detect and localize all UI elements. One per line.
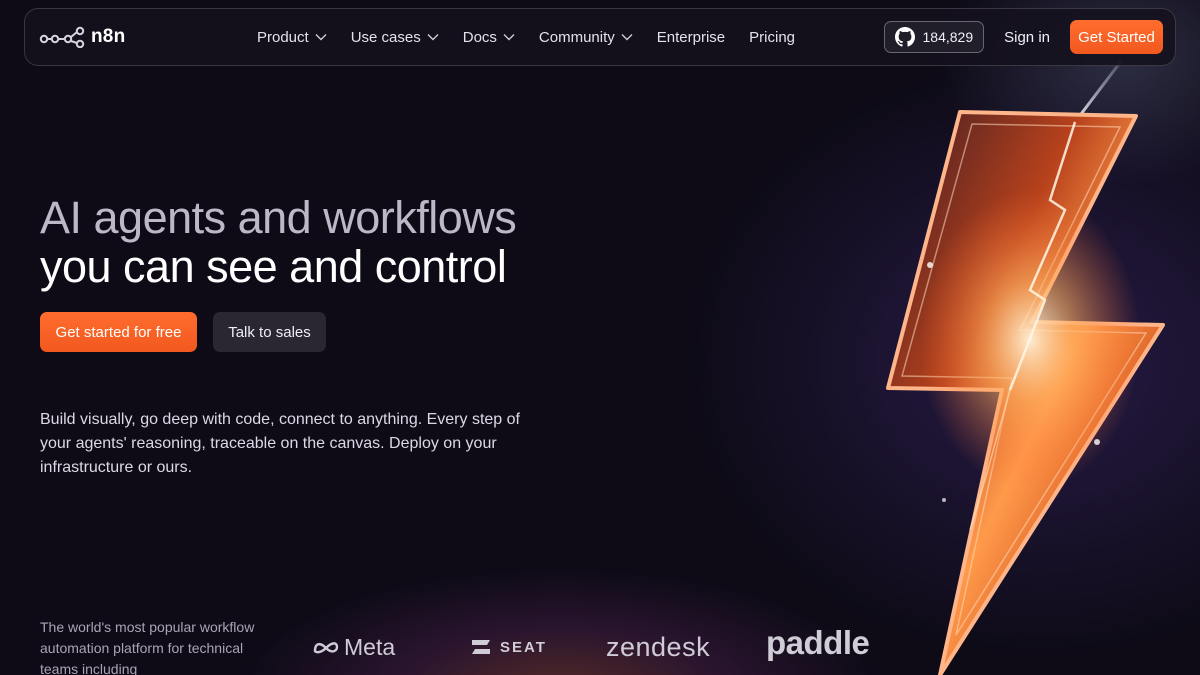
hero-title: AI agents and workflows you can see and … [40, 192, 517, 292]
n8n-logo-icon [39, 26, 85, 48]
github-icon [894, 27, 915, 47]
logo-text: n8n [91, 26, 126, 47]
chevron-down-icon [315, 34, 327, 41]
trusted-by-text: The world's most popular workflow automa… [40, 619, 255, 675]
n8n-logo[interactable]: n8n [39, 26, 239, 48]
hero-cta-group: Get started for free Talk to sales [40, 312, 326, 352]
nav-item-label: Pricing [749, 28, 796, 46]
top-navigation-bar: n8n Product Use cases Docs Community Ent… [24, 8, 1176, 66]
meta-logo-text: Meta [344, 633, 396, 660]
nav-item-product[interactable]: Product [245, 19, 339, 55]
meta-infinity-icon [313, 642, 339, 654]
nav-item-label: Product [257, 28, 309, 46]
chevron-down-icon [427, 34, 439, 41]
nav-item-use-cases[interactable]: Use cases [339, 19, 451, 55]
nav-item-label: Community [538, 28, 615, 46]
seat-logo: SEAT [470, 626, 547, 668]
seat-emblem-icon [472, 640, 490, 654]
nav-item-enterprise[interactable]: Enterprise [645, 19, 737, 55]
github-stars-button[interactable]: 184,829 [883, 21, 985, 53]
nav-item-label: Enterprise [656, 28, 726, 46]
paddle-logo-text: paddle [766, 624, 870, 661]
nav-item-docs[interactable]: Docs [451, 19, 527, 55]
get-started-free-button[interactable]: Get started for free [40, 312, 197, 352]
github-stars-count: 184,829 [922, 29, 974, 45]
seat-logo-text: SEAT [500, 638, 547, 656]
chevron-down-icon [503, 34, 515, 41]
nav-item-community[interactable]: Community [527, 19, 645, 55]
chevron-down-icon [621, 34, 633, 41]
meta-logo: Meta [312, 626, 395, 668]
get-started-button[interactable]: Get Started [1070, 20, 1163, 54]
nav-item-label: Use cases [350, 28, 421, 46]
nav-actions: 184,829 Sign in Get Started [883, 20, 1163, 54]
hero-title-line-2: you can see and control [40, 241, 507, 292]
zendesk-logo: zendesk [606, 626, 710, 668]
nav-item-label: Docs [462, 28, 497, 46]
lightning-bolt-illustration [860, 60, 1200, 675]
paddle-logo: paddle [766, 622, 870, 664]
zendesk-logo-text: zendesk [606, 631, 711, 662]
main-menu: Product Use cases Docs Community Enterpr… [245, 19, 807, 55]
sign-in-link[interactable]: Sign in [1004, 29, 1050, 46]
hero-description: Build visually, go deep with code, conne… [40, 411, 520, 476]
talk-to-sales-button[interactable]: Talk to sales [213, 312, 326, 352]
hero-title-line-1: AI agents and workflows [40, 192, 517, 243]
nav-item-pricing[interactable]: Pricing [737, 19, 807, 55]
